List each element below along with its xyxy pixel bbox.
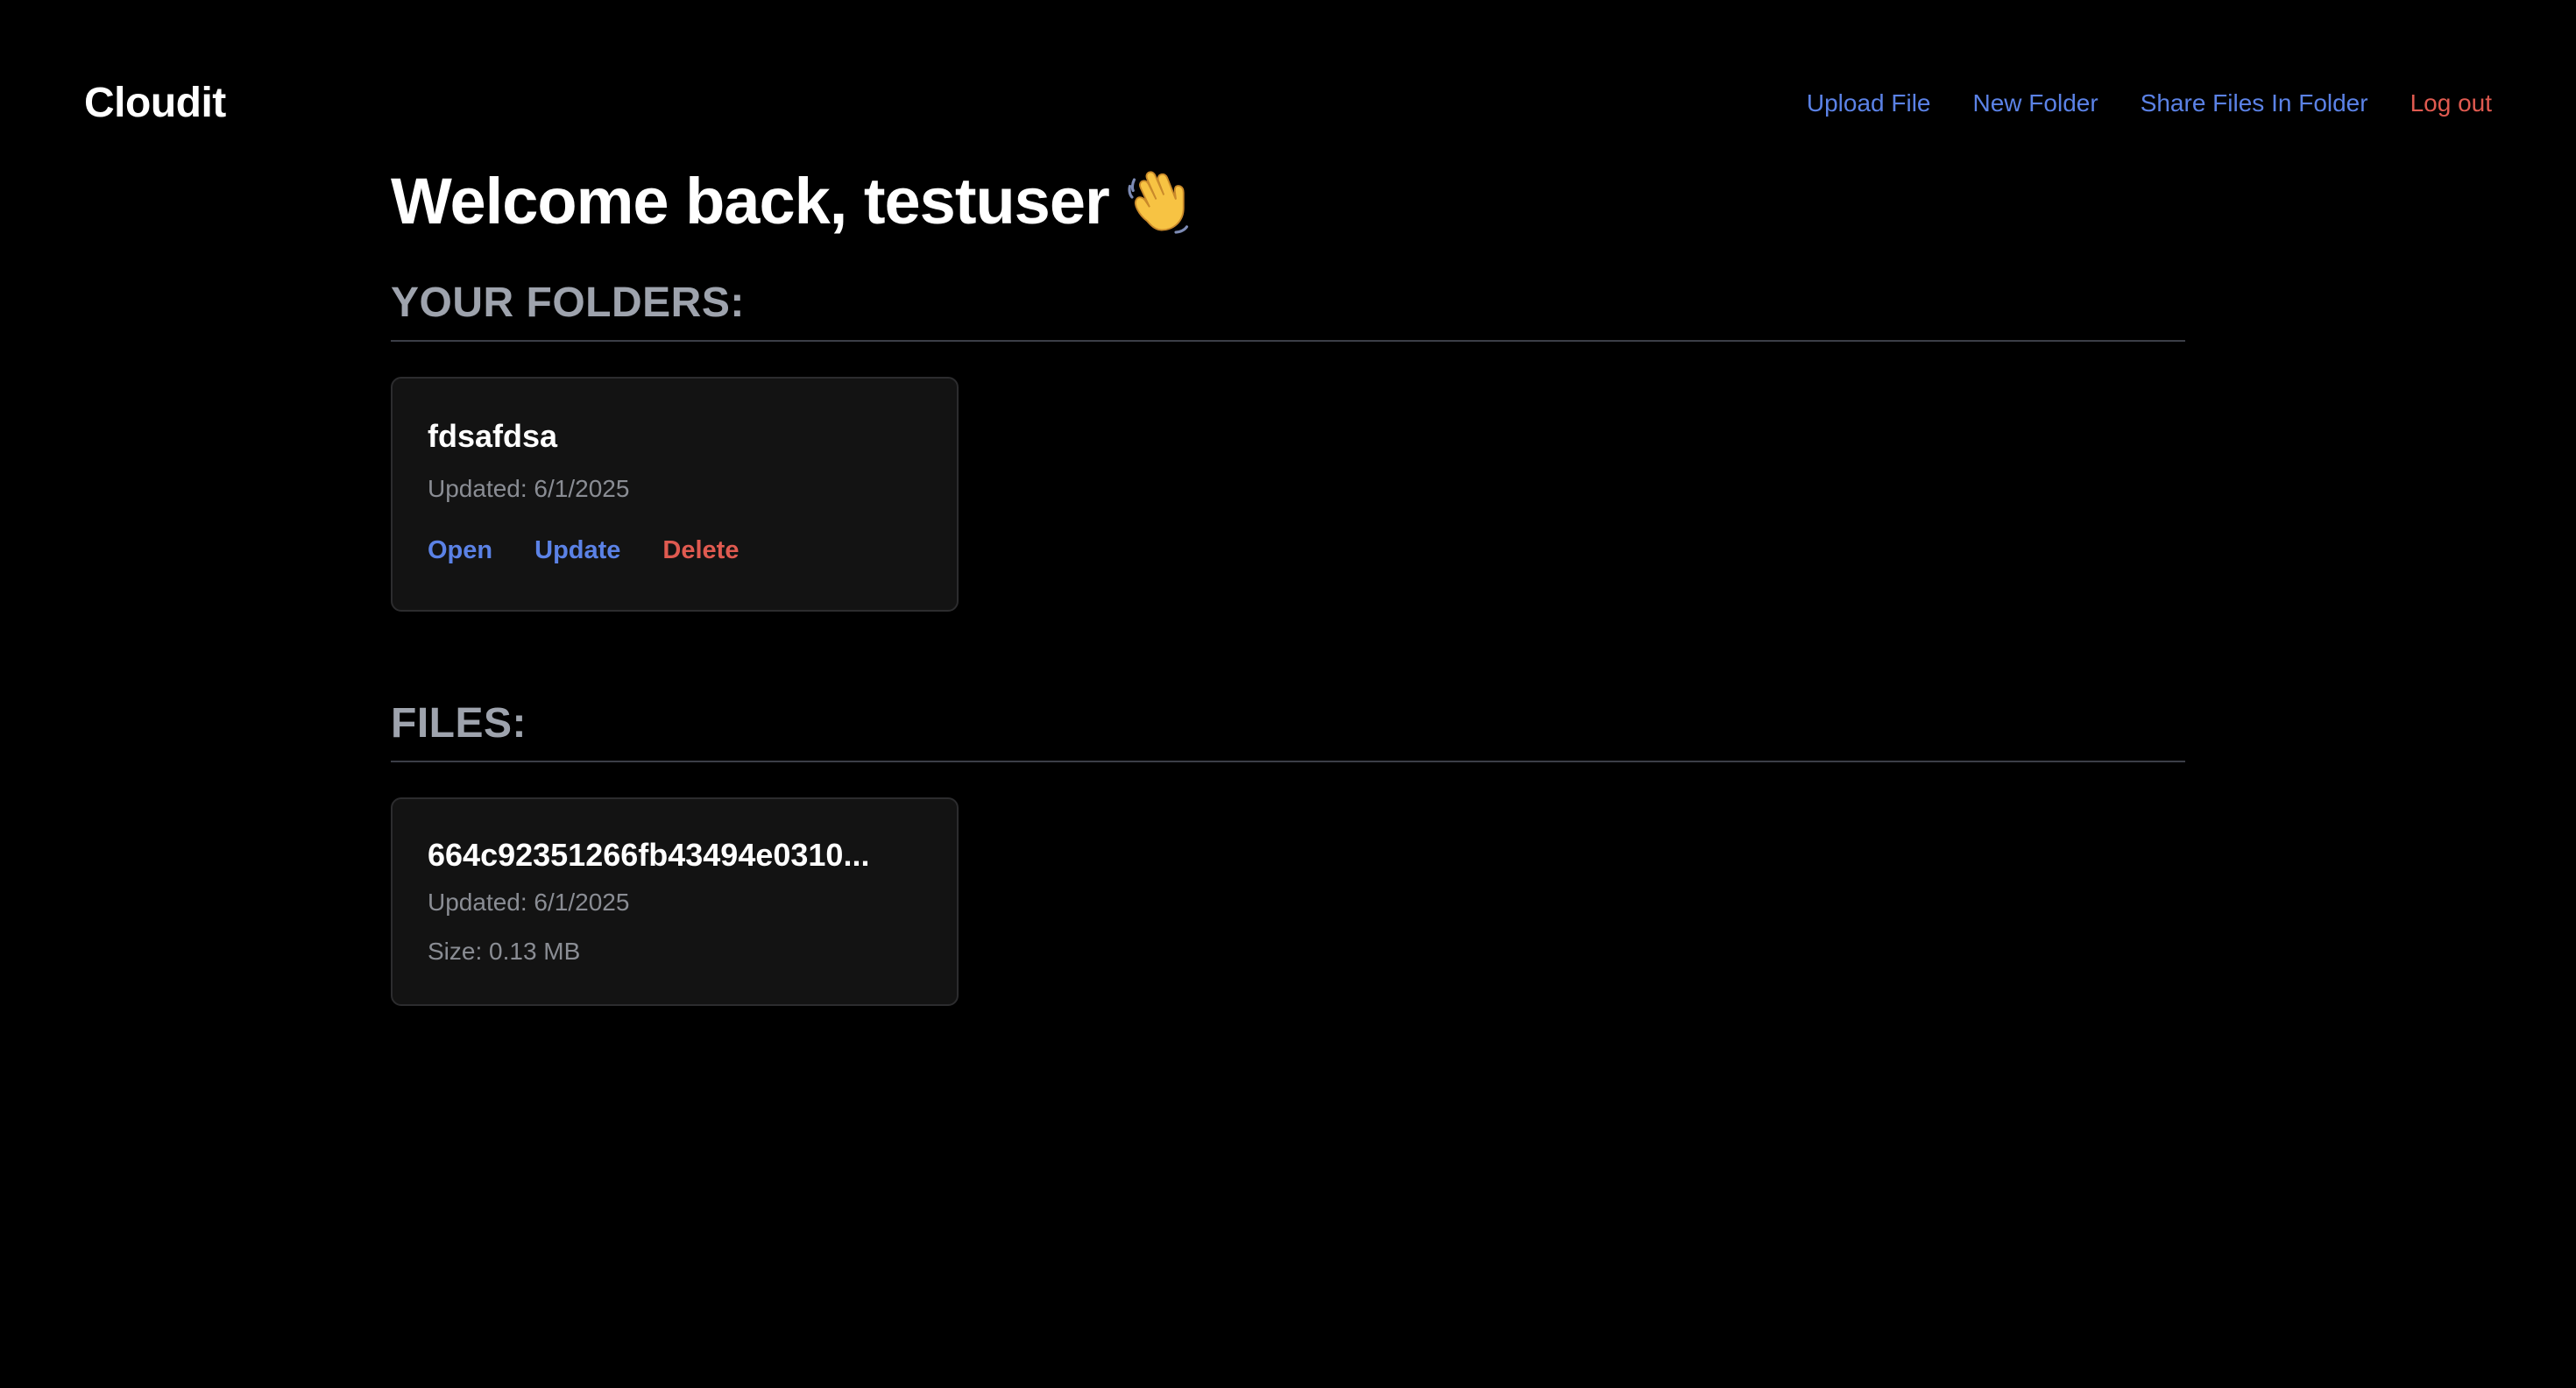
files-divider [391,761,2185,762]
log-out-link[interactable]: Log out [2410,86,2492,121]
folders-divider [391,340,2185,342]
brand-logo[interactable]: Cloudit [84,77,226,130]
file-card[interactable]: 664c92351266fb43494e0310... Updated: 6/1… [391,797,959,1006]
share-files-link[interactable]: Share Files In Folder [2141,86,2368,121]
file-updated-date: Updated: 6/1/2025 [428,889,630,916]
folder-actions: Open Update Delete [428,535,922,566]
files-section-title: FILES: [391,700,527,747]
folders-section-title: YOUR FOLDERS: [391,280,745,326]
file-name: 664c92351266fb43494e0310... [428,837,870,873]
upload-file-link[interactable]: Upload File [1807,86,1931,121]
main-content: Welcome back, testuser YOUR FOLDERS: fds… [391,158,2185,1006]
top-nav: Upload File New Folder Share Files In Fo… [1807,86,2492,121]
update-folder-button[interactable]: Update [534,535,620,566]
welcome-heading: Welcome back, testuser [391,158,2185,245]
page: Cloudit Upload File New Folder Share Fil… [0,0,2576,1388]
delete-folder-button[interactable]: Delete [662,535,739,566]
welcome-text: Welcome back, testuser [391,165,1110,237]
open-folder-button[interactable]: Open [428,535,492,566]
waving-hand-icon [1123,166,1193,237]
file-size: Size: 0.13 MB [428,938,581,965]
folder-updated-date: Updated: 6/1/2025 [428,475,630,502]
folder-card: fdsafdsa Updated: 6/1/2025 Open Update D… [391,377,959,612]
new-folder-link[interactable]: New Folder [1973,86,2098,121]
folder-name: fdsafdsa [428,418,558,454]
